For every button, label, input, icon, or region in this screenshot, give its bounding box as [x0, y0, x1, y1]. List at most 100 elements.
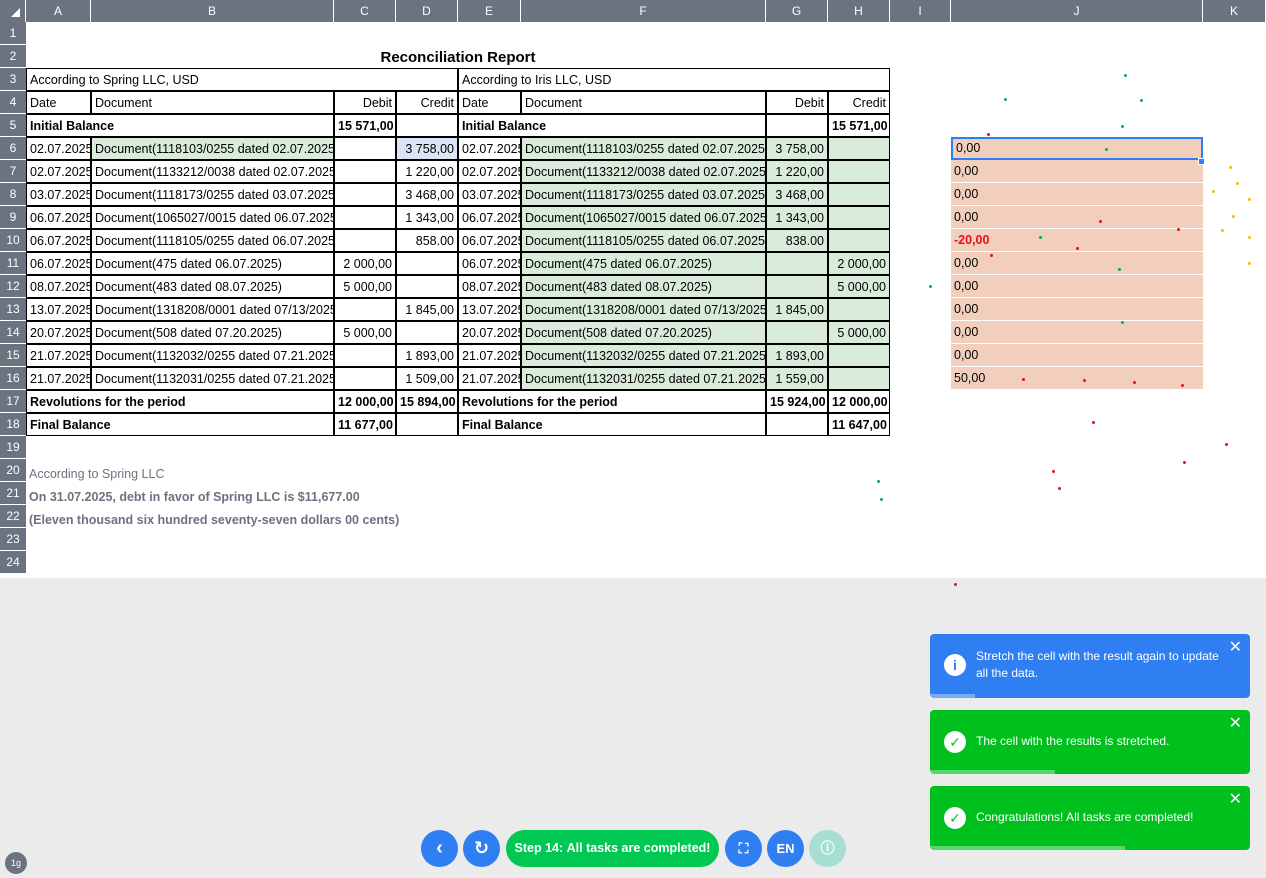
revolutions-label[interactable]: Revolutions for the period: [26, 390, 334, 413]
entry-date[interactable]: 02.07.2025: [26, 137, 91, 160]
final-balance-label[interactable]: Final Balance: [458, 413, 766, 436]
entry-date[interactable]: 03.07.2025: [458, 183, 521, 206]
cell[interactable]: [766, 114, 828, 137]
entry-credit[interactable]: 5 000,00: [828, 275, 890, 298]
row-header[interactable]: 7: [0, 160, 26, 183]
result-cell[interactable]: 0,00: [951, 137, 1203, 160]
revolutions-credit[interactable]: 12 000,00: [828, 390, 890, 413]
right-header[interactable]: According to Iris LLC, USD: [458, 68, 890, 91]
entry-date[interactable]: 08.07.2025: [26, 275, 91, 298]
entry-date[interactable]: 21.07.2025: [458, 344, 521, 367]
entry-date[interactable]: 06.07.2025: [26, 229, 91, 252]
entry-document[interactable]: Document(1133212/0038 dated 02.07.2025): [521, 160, 766, 183]
final-balance-label[interactable]: Final Balance: [26, 413, 334, 436]
entry-document[interactable]: Document(1065027/0015 dated 06.07.2025): [521, 206, 766, 229]
row-header[interactable]: 19: [0, 436, 26, 459]
entry-date[interactable]: 02.07.2025: [458, 137, 521, 160]
entry-date[interactable]: 21.07.2025: [26, 344, 91, 367]
entry-document[interactable]: Document(1118105/0255 dated 06.07.2025): [91, 229, 334, 252]
revolutions-credit[interactable]: 15 894,00: [396, 390, 458, 413]
row-header[interactable]: 23: [0, 528, 26, 551]
entry-debit[interactable]: 5 000,00: [334, 321, 396, 344]
column-header[interactable]: J: [951, 0, 1203, 22]
initial-balance-label[interactable]: Initial Balance: [458, 114, 766, 137]
close-icon[interactable]: ✕: [1229, 716, 1242, 732]
final-debit[interactable]: 11 677,00: [334, 413, 396, 436]
close-icon[interactable]: ✕: [1229, 792, 1242, 808]
entry-date[interactable]: 02.07.2025: [26, 160, 91, 183]
entry-debit[interactable]: [766, 275, 828, 298]
result-cell[interactable]: 0,00: [951, 298, 1203, 321]
entry-credit[interactable]: 2 000,00: [828, 252, 890, 275]
entry-document[interactable]: Document(1132032/0255 dated 07.21.2025): [91, 344, 334, 367]
result-cell[interactable]: 0,00: [951, 344, 1203, 367]
initial-debit[interactable]: 15 571,00: [334, 114, 396, 137]
entry-document[interactable]: Document(1132031/0255 dated 07.21.2025): [521, 367, 766, 390]
row-header[interactable]: 16: [0, 367, 26, 390]
row-header[interactable]: 10: [0, 229, 26, 252]
entry-document[interactable]: Document(475 dated 06.07.2025): [91, 252, 334, 275]
entry-debit[interactable]: [334, 206, 396, 229]
row-header[interactable]: 17: [0, 390, 26, 413]
header-credit[interactable]: Credit: [828, 91, 890, 114]
column-header[interactable]: C: [334, 0, 396, 22]
result-cell[interactable]: 0,00: [951, 206, 1203, 229]
entry-credit[interactable]: [828, 229, 890, 252]
result-cell[interactable]: 50,00: [951, 367, 1203, 390]
entry-date[interactable]: 06.07.2025: [458, 252, 521, 275]
entry-debit[interactable]: [766, 321, 828, 344]
row-header[interactable]: 13: [0, 298, 26, 321]
row-header[interactable]: 15: [0, 344, 26, 367]
entry-credit[interactable]: [828, 160, 890, 183]
header-debit[interactable]: Debit: [766, 91, 828, 114]
entry-document[interactable]: Document(483 dated 08.07.2025): [91, 275, 334, 298]
entry-document[interactable]: Document(1118103/0255 dated 02.07.2025): [521, 137, 766, 160]
entry-document[interactable]: Document(1118103/0255 dated 02.07.2025): [91, 137, 334, 160]
entry-debit[interactable]: [334, 229, 396, 252]
initial-balance-label[interactable]: Initial Balance: [26, 114, 334, 137]
row-header[interactable]: 4: [0, 91, 26, 114]
entry-debit[interactable]: 1 559,00: [766, 367, 828, 390]
result-cell[interactable]: 0,00: [951, 321, 1203, 344]
entry-document[interactable]: Document(1118105/0255 dated 06.07.2025): [521, 229, 766, 252]
column-header[interactable]: E: [458, 0, 521, 22]
entry-credit[interactable]: [396, 321, 458, 344]
entry-debit[interactable]: 1 845,00: [766, 298, 828, 321]
column-header[interactable]: D: [396, 0, 458, 22]
row-header[interactable]: 14: [0, 321, 26, 344]
row-header[interactable]: 3: [0, 68, 26, 91]
entry-credit[interactable]: [828, 183, 890, 206]
entry-debit[interactable]: [766, 252, 828, 275]
entry-credit[interactable]: 5 000,00: [828, 321, 890, 344]
result-cell[interactable]: 0,00: [951, 183, 1203, 206]
row-header[interactable]: 12: [0, 275, 26, 298]
entry-debit[interactable]: [334, 298, 396, 321]
entry-document[interactable]: Document(1118173/0255 dated 03.07.2025): [91, 183, 334, 206]
entry-credit[interactable]: [828, 206, 890, 229]
row-header[interactable]: 6: [0, 137, 26, 160]
column-header[interactable]: K: [1203, 0, 1266, 22]
entry-debit[interactable]: 3 468,00: [766, 183, 828, 206]
entry-debit[interactable]: 1 343,00: [766, 206, 828, 229]
close-icon[interactable]: ✕: [1229, 640, 1242, 656]
header-credit[interactable]: Credit: [396, 91, 458, 114]
header-debit[interactable]: Debit: [334, 91, 396, 114]
entry-credit[interactable]: [828, 367, 890, 390]
entry-credit[interactable]: [396, 252, 458, 275]
row-header[interactable]: 1: [0, 22, 26, 45]
entry-debit[interactable]: 1 893,00: [766, 344, 828, 367]
header-document[interactable]: Document: [521, 91, 766, 114]
entry-document[interactable]: Document(1118173/0255 dated 03.07.2025): [521, 183, 766, 206]
result-cell[interactable]: 0,00: [951, 160, 1203, 183]
row-header[interactable]: 8: [0, 183, 26, 206]
entry-date[interactable]: 06.07.2025: [458, 206, 521, 229]
row-header[interactable]: 11: [0, 252, 26, 275]
header-document[interactable]: Document: [91, 91, 334, 114]
row-header[interactable]: 5: [0, 114, 26, 137]
entry-document[interactable]: Document(1132032/0255 dated 07.21.2025): [521, 344, 766, 367]
left-header[interactable]: According to Spring LLC, USD: [26, 68, 458, 91]
cell[interactable]: [396, 114, 458, 137]
entry-date[interactable]: 13.07.2025: [458, 298, 521, 321]
row-header[interactable]: 20: [0, 459, 26, 482]
column-header[interactable]: A: [26, 0, 91, 22]
